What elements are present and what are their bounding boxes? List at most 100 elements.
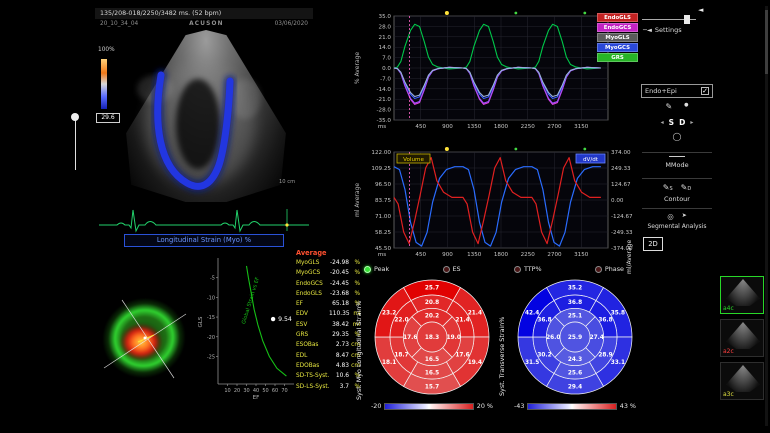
transverse-strain-bullseye[interactable]: 35.235.833.129.431.542.436.836.828.925.6… <box>514 276 636 398</box>
endo-epi-label: Endo+Epi <box>645 87 677 95</box>
pointer-icon[interactable]: ➤ <box>682 212 687 221</box>
svg-text:20.2: 20.2 <box>425 313 439 319</box>
display-mode-phase[interactable]: Phase <box>595 265 624 273</box>
legend-endogls[interactable]: EndoGLS <box>597 13 638 22</box>
divider <box>642 178 712 179</box>
svg-text:28.9: 28.9 <box>598 353 612 359</box>
measurement-row: ESOBas2.73cm <box>296 340 360 350</box>
ultrasound-panel: 135/208-018/2250/3482 ms. (52 bpm) 20_10… <box>95 8 313 248</box>
svg-text:20.8: 20.8 <box>425 300 439 306</box>
display-mode-es[interactable]: ES <box>443 265 461 273</box>
dot-icon[interactable]: ● <box>684 102 688 111</box>
collapse-panel-icon[interactable]: ◄ <box>698 6 703 14</box>
svg-text:-28.0: -28.0 <box>377 108 392 114</box>
exam-date: 03/06/2020 <box>275 19 308 29</box>
measurement-row: ESV38.42ml <box>296 320 360 330</box>
radio-label: Peak <box>374 265 389 273</box>
measurement-row: GRS29.35% <box>296 330 360 340</box>
view-thumbnail-a2c[interactable]: a2c <box>720 319 764 357</box>
contour-button[interactable]: Contour <box>640 195 714 203</box>
check-icon[interactable]: ✓ <box>701 87 709 95</box>
svg-text:35.0: 35.0 <box>379 14 392 20</box>
svg-text:3150: 3150 <box>574 124 589 130</box>
endo-epi-checkbox[interactable]: Endo+Epi ✓ <box>641 84 713 98</box>
radio-dot-icon[interactable] <box>595 266 602 273</box>
svg-text:ms: ms <box>378 124 386 130</box>
svg-text:dV/dt: dV/dt <box>583 157 599 163</box>
radio-label: TTP% <box>524 265 542 273</box>
scrollbar-thumb[interactable] <box>765 10 768 74</box>
svg-text:9.54: 9.54 <box>278 316 292 323</box>
view-thumbnail-list: a4c a2c a3c <box>720 276 766 405</box>
settings-arrow-icon: ─◄ <box>643 26 652 34</box>
legend-myogcs[interactable]: MyoGCS <box>597 43 638 52</box>
prev-frame-icon[interactable]: ◂ <box>661 119 664 126</box>
svg-text:450: 450 <box>415 252 426 258</box>
svg-text:58.25: 58.25 <box>375 230 391 236</box>
settings-slider-handle[interactable] <box>684 15 690 24</box>
view-thumbnail-a4c[interactable]: a4c <box>720 276 764 314</box>
contour-systole-pencil-icon[interactable]: ✎S <box>663 183 673 192</box>
longitudinal-strain-bullseye[interactable]: 25.721.419.415.718.123.220.821.417.616.5… <box>371 276 493 398</box>
svg-text:-14.0: -14.0 <box>377 87 392 93</box>
svg-text:21.0: 21.0 <box>379 35 392 41</box>
contour-diastole-pencil-icon[interactable]: ✎D <box>681 183 692 192</box>
pencil-icon[interactable]: ✎ <box>665 102 672 111</box>
volume-curves-chart[interactable]: 122.00109.2596.5083.7571.0058.2545.50374… <box>350 144 638 268</box>
ventricle-cavity <box>176 79 220 169</box>
settings-row[interactable]: ─◄ Settings <box>643 26 682 34</box>
measurement-value: 38.42 <box>329 320 349 330</box>
measurement-label: EDV <box>296 309 329 319</box>
svg-text:27.4: 27.4 <box>590 335 604 341</box>
svg-text:-10: -10 <box>207 295 215 301</box>
display-mode-peak[interactable]: Peak <box>364 265 389 273</box>
view-thumbnail-a3c[interactable]: a3c <box>720 362 764 400</box>
strain-curves-chart[interactable]: 35.028.021.014.07.00.0-7.0-14.0-21.0-28.… <box>350 8 638 144</box>
gls-ef-plot[interactable]: 10203040506070-5-10-15-20-25Global Strai… <box>194 252 298 414</box>
next-frame-icon[interactable]: ▸ <box>690 119 693 126</box>
measurement-label: SD-TS-Syst. <box>296 371 329 381</box>
bullseye-icon[interactable]: ◎ <box>667 212 674 221</box>
display-mode-selector: Peak ES TTP% Phase <box>354 263 634 275</box>
svg-text:30.2: 30.2 <box>537 353 551 359</box>
svg-text:29.4: 29.4 <box>568 385 582 391</box>
mmode-button[interactable]: MMode <box>640 161 714 169</box>
mode-2d-button[interactable]: 2D <box>643 237 663 251</box>
svg-text:ml Average: ml Average <box>354 183 361 217</box>
table-rows: MyoGLS-24.98%MyoGCS-20.45%EndoGCS-24.45%… <box>296 258 360 392</box>
ultrasound-image[interactable]: 100% 29.6 10 cm <box>95 29 313 205</box>
diastole-button[interactable]: D <box>679 118 685 127</box>
svg-text:22.0: 22.0 <box>394 317 408 323</box>
ml-average-tab[interactable]: ml/Average <box>626 196 638 274</box>
legend-endogcs[interactable]: EndoGCS <box>597 23 638 32</box>
systole-button[interactable]: S <box>669 118 674 127</box>
measurement-value: -23.68 <box>329 289 349 299</box>
radio-dot-icon[interactable] <box>514 266 521 273</box>
svg-text:83.75: 83.75 <box>375 198 391 204</box>
settings-label[interactable]: Settings <box>655 26 682 34</box>
clip-id: 20_10_34_04 <box>100 19 138 29</box>
svg-text:25.6: 25.6 <box>568 370 582 376</box>
caliper-handle[interactable] <box>71 113 79 121</box>
segmental-analysis-button[interactable]: Segmental Analysis <box>640 223 714 230</box>
circle-tool-icon[interactable]: ◯ <box>640 132 714 141</box>
measurement-label: ESOBas <box>296 340 329 350</box>
thumbnail-image <box>726 322 760 349</box>
measurement-row: SD-LS-Syst.3.7% <box>296 382 360 392</box>
measurement-row: EDV110.35ml <box>296 309 360 319</box>
caliper-line[interactable] <box>75 118 76 170</box>
contour-tools-row: ✎S ✎D <box>640 183 714 192</box>
radio-dot-icon[interactable] <box>443 266 450 273</box>
svg-text:249.33: 249.33 <box>611 166 631 172</box>
svg-text:Global Strain vs EF: Global Strain vs EF <box>241 276 261 325</box>
radio-dot-icon[interactable] <box>364 266 371 273</box>
measurement-value: 10.6 <box>329 371 349 381</box>
svg-text:35.2: 35.2 <box>568 286 582 292</box>
legend-myogls[interactable]: MyoGLS <box>597 33 638 42</box>
display-mode-ttp[interactable]: TTP% <box>514 265 542 273</box>
measurement-label: EndoGCS <box>296 279 329 289</box>
parametric-3d-model[interactable] <box>88 280 200 396</box>
legend-grs[interactable]: GRS <box>597 53 638 62</box>
measurement-label: ESV <box>296 320 329 330</box>
mmode-line-icon[interactable] <box>669 156 685 157</box>
